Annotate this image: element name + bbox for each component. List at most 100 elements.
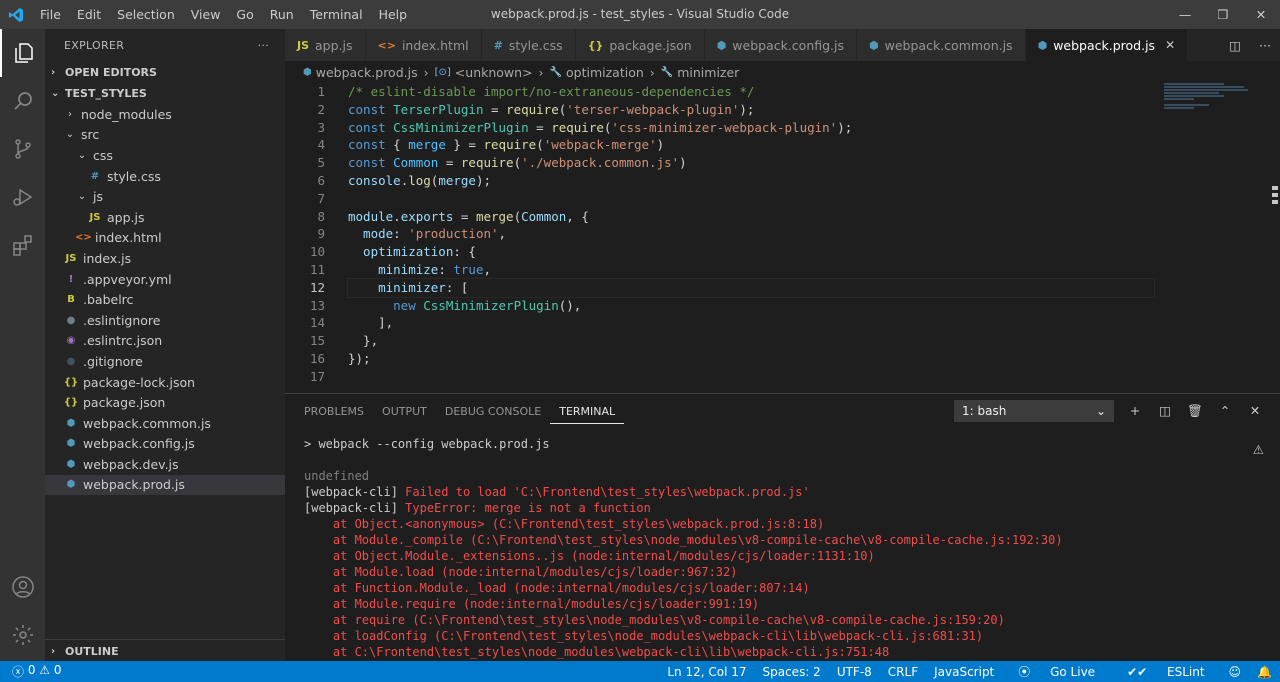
breadcrumb-symbol-optimization[interactable]: optimization <box>566 65 644 80</box>
warning-icon[interactable]: ⚠ <box>1253 442 1264 457</box>
code-line[interactable]: mode: 'production', <box>348 225 1198 243</box>
panel-tab-debug-console[interactable]: DEBUG CONSOLE <box>436 394 550 429</box>
tree-item[interactable]: ◉ .eslintrc.json <box>45 331 285 352</box>
outline-section[interactable]: › OUTLINE <box>45 639 285 661</box>
eslint-status[interactable]: ✔✔ ESLint <box>1111 665 1220 679</box>
feedback-icon[interactable]: ☺ <box>1221 665 1250 679</box>
tab-webpack-prod-js[interactable]: ⬢ webpack.prod.js ✕ <box>1025 29 1189 61</box>
code-lines[interactable]: /* eslint-disable import/no-extraneous-d… <box>347 83 1198 386</box>
code-line[interactable]: }, <box>348 332 1198 350</box>
breadcrumb-symbol-unknown[interactable]: <unknown> <box>455 65 533 80</box>
panel-tab-terminal[interactable]: TERMINAL <box>550 400 625 424</box>
tab-package-json[interactable]: {} package.json <box>575 29 705 61</box>
run-debug-icon[interactable] <box>0 173 45 221</box>
source-control-icon[interactable] <box>0 125 45 173</box>
project-section[interactable]: ⌄ TEST_STYLES <box>45 82 285 104</box>
menu-terminal[interactable]: Terminal <box>302 0 371 29</box>
close-window-icon[interactable]: ✕ <box>1242 0 1280 29</box>
code-line[interactable]: module.exports = merge(Common, { <box>348 208 1198 226</box>
tree-item[interactable]: ! .appveyor.yml <box>45 269 285 290</box>
tab-webpack-config-js[interactable]: ⬢ webpack.config.js <box>704 29 858 61</box>
restore-icon[interactable]: ❐ <box>1204 0 1242 29</box>
tree-item[interactable]: ● .gitignore <box>45 351 285 372</box>
tree-item[interactable]: {} package.json <box>45 392 285 413</box>
encoding[interactable]: UTF-8 <box>829 665 880 679</box>
cursor-position[interactable]: Ln 12, Col 17 <box>659 665 754 679</box>
tree-item[interactable]: ⌄ src <box>45 125 285 146</box>
code-line[interactable]: ], <box>348 314 1198 332</box>
tree-item[interactable]: B .babelrc <box>45 289 285 310</box>
open-editors-section[interactable]: › OPEN EDITORS <box>45 61 285 83</box>
tab-webpack-common-js[interactable]: ⬢ webpack.common.js <box>857 29 1026 61</box>
end-of-line[interactable]: CRLF <box>880 665 926 679</box>
tab-index-html[interactable]: <> index.html <box>365 29 482 61</box>
close-tab-icon[interactable]: ✕ <box>1165 38 1175 52</box>
minimap[interactable] <box>1164 83 1250 117</box>
tree-item[interactable]: <> index.html <box>45 228 285 249</box>
code-line[interactable] <box>348 190 1198 208</box>
code-line[interactable]: optimization: { <box>348 243 1198 261</box>
split-editor-icon[interactable]: ◫ <box>1220 38 1250 53</box>
tree-item[interactable]: JS app.js <box>45 207 285 228</box>
tree-item[interactable]: ⬢ webpack.common.js <box>45 413 285 434</box>
code-line[interactable]: const { merge } = require('webpack-merge… <box>348 136 1198 154</box>
tree-item[interactable]: ⌄ css <box>45 145 285 166</box>
tree-item[interactable]: ⬢ webpack.prod.js <box>45 474 285 496</box>
editor-scrollbar[interactable] <box>1270 183 1280 213</box>
menu-help[interactable]: Help <box>371 0 416 29</box>
language-mode[interactable]: JavaScript <box>926 665 1002 679</box>
code-line[interactable]: const TerserPlugin = require('terser-web… <box>348 101 1198 119</box>
menu-view[interactable]: View <box>183 0 229 29</box>
problems-status[interactable]: ⓧ 0 ⚠ 0 <box>0 663 62 680</box>
code-line[interactable]: /* eslint-disable import/no-extraneous-d… <box>348 83 1198 101</box>
tree-item[interactable]: ⬢ webpack.config.js <box>45 434 285 455</box>
more-actions-icon[interactable]: ··· <box>1250 38 1280 53</box>
terminal-output[interactable]: > webpack --config webpack.prod.js undefi… <box>304 436 1063 660</box>
tree-item[interactable]: ⌄ js <box>45 186 285 207</box>
more-actions-icon[interactable]: ··· <box>258 39 269 52</box>
code-editor[interactable]: 1 2 3 4 5 6 7 8 9 10 11 12 13 14 15 16 17 /* eslint-disa… <box>285 83 1280 393</box>
menu-file[interactable]: File <box>32 0 69 29</box>
code-line[interactable]: console.log(merge); <box>348 172 1198 190</box>
search-icon[interactable] <box>0 77 45 125</box>
maximize-panel-icon[interactable]: ⌃ <box>1210 400 1240 422</box>
breadcrumb-separator: › <box>649 64 655 80</box>
code-line[interactable] <box>348 368 1198 386</box>
code-line[interactable]: new CssMinimizerPlugin(), <box>348 297 1198 315</box>
menu-run[interactable]: Run <box>262 0 302 29</box>
tree-item[interactable]: # style.css <box>45 166 285 187</box>
menu-go[interactable]: Go <box>228 0 261 29</box>
menu-selection[interactable]: Selection <box>109 0 183 29</box>
notifications-bell-icon[interactable]: 🔔 <box>1249 665 1280 679</box>
code-line[interactable]: const CssMinimizerPlugin = require('css-… <box>348 119 1198 137</box>
breadcrumb-file[interactable]: webpack.prod.js <box>316 65 418 80</box>
tree-item[interactable]: ⬢ webpack.dev.js <box>45 454 285 475</box>
close-panel-icon[interactable]: ✕ <box>1240 400 1270 422</box>
tab-style-css[interactable]: # style.css <box>481 29 576 61</box>
explorer-icon[interactable] <box>0 29 45 77</box>
code-line[interactable]: }); <box>348 350 1198 368</box>
go-live-button[interactable]: ⦿ Go Live <box>1002 663 1111 680</box>
indentation[interactable]: Spaces: 2 <box>755 665 829 679</box>
tree-item[interactable]: ● .eslintignore <box>45 310 285 331</box>
tree-item[interactable]: {} package-lock.json <box>45 372 285 393</box>
code-line[interactable]: minimize: true, <box>348 261 1198 279</box>
account-icon[interactable] <box>0 563 45 611</box>
trash-icon[interactable]: 🗑 <box>1180 400 1210 422</box>
code-line[interactable]: minimizer: [ <box>347 277 1155 298</box>
minimize-icon[interactable]: — <box>1166 0 1204 29</box>
manage-gear-icon[interactable] <box>0 611 45 659</box>
tree-item[interactable]: JS index.js <box>45 248 285 269</box>
new-terminal-icon[interactable]: + <box>1120 400 1150 422</box>
panel-tab-output[interactable]: OUTPUT <box>373 394 436 429</box>
panel-tab-problems[interactable]: PROBLEMS <box>295 394 373 429</box>
extensions-icon[interactable] <box>0 221 45 269</box>
split-terminal-icon[interactable]: ◫ <box>1150 400 1180 422</box>
terminal-select[interactable]: 1: bash ⌄ <box>954 400 1114 422</box>
tab-app-js[interactable]: JS app.js <box>285 29 366 61</box>
tree-item[interactable]: › node_modules <box>45 104 285 125</box>
code-line[interactable]: const Common = require('./webpack.common… <box>348 154 1198 172</box>
breadcrumb-symbol-minimizer[interactable]: minimizer <box>677 65 739 80</box>
code-token: ); <box>739 101 755 117</box>
menu-edit[interactable]: Edit <box>69 0 109 29</box>
